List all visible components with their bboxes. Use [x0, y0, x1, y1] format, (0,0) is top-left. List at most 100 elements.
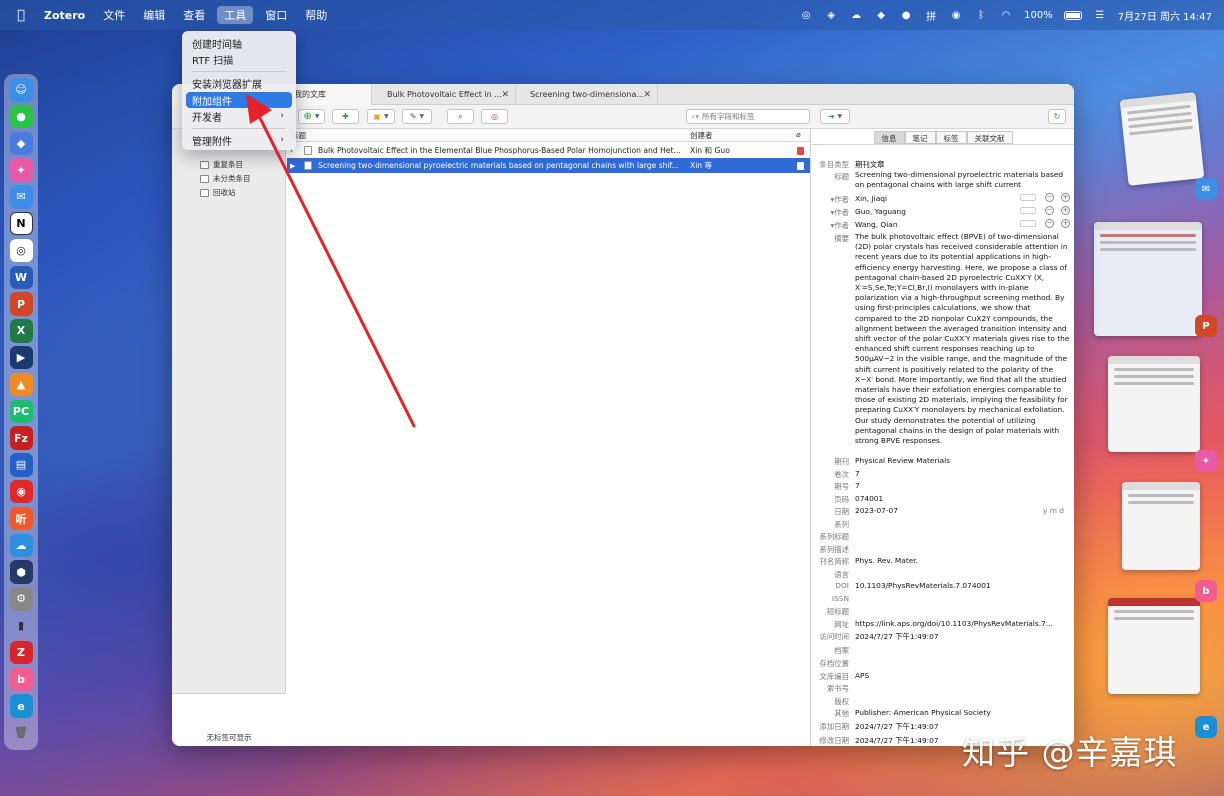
field-value[interactable]: 2024/7/27 下午1:49:07: [855, 631, 1070, 642]
menu-item-create-timeline[interactable]: 创建时间轴: [186, 35, 292, 51]
collection-unfiled[interactable]: 未分类条目: [200, 173, 251, 184]
powerpoint-float-icon[interactable]: P: [1195, 315, 1217, 337]
collection-duplicates[interactable]: 重复条目: [200, 159, 243, 170]
close-icon[interactable]: ✕: [643, 90, 651, 100]
pdf-icon[interactable]: [797, 146, 804, 155]
add-by-identifier-button[interactable]: ✚: [332, 109, 359, 124]
field-value[interactable]: Wang, Qian: [855, 220, 1070, 229]
field-value[interactable]: The bulk photovoltaic effect (BPVE) of t…: [855, 232, 1070, 450]
edge-icon[interactable]: e: [9, 694, 33, 718]
field-value[interactable]: Guo, Yaguang: [855, 207, 1070, 216]
menu-window[interactable]: 窗口: [265, 7, 287, 23]
field-value[interactable]: Screening two-dimensional pyroelectric m…: [855, 170, 1070, 190]
bluetooth-icon[interactable]: ᛒ: [974, 8, 988, 22]
expand-icon[interactable]: ▶: [290, 162, 295, 170]
chatgpt-icon[interactable]: ◎: [799, 8, 813, 22]
wechat-dock-icon[interactable]: ●: [9, 104, 33, 129]
menu-view[interactable]: 查看: [183, 7, 205, 23]
filezilla-icon[interactable]: Fz: [9, 426, 33, 450]
field-value[interactable]: 074001: [855, 494, 1070, 503]
menu-item-rtf-scan[interactable]: RTF 扫描: [186, 51, 292, 67]
table-row[interactable]: › Bulk Photovoltaic Effect in the Elemen…: [287, 143, 810, 158]
field-value[interactable]: 7: [855, 469, 1070, 478]
system-preferences-icon[interactable]: ⚙: [9, 587, 33, 611]
menu-tools[interactable]: 工具: [217, 6, 254, 24]
plus-icon[interactable]: +: [1061, 219, 1070, 228]
cloud-icon[interactable]: ☁: [849, 8, 863, 22]
terminal-app-icon[interactable]: ▶: [9, 345, 33, 370]
window-thumbnail[interactable]: [1108, 356, 1200, 452]
tab-info[interactable]: 信息: [873, 131, 905, 144]
zotero-dock-icon[interactable]: Z: [9, 640, 33, 665]
chatgpt-plugin-button[interactable]: ◎: [481, 109, 508, 124]
menu-file[interactable]: 文件: [103, 7, 125, 23]
paperclip-icon[interactable]: ⌀: [796, 130, 801, 139]
menu-help[interactable]: 帮助: [305, 7, 327, 23]
powerpoint-icon[interactable]: P: [9, 292, 33, 316]
wechat-icon[interactable]: ●: [899, 8, 913, 22]
window-thumbnail[interactable]: [1119, 92, 1205, 186]
trash-icon[interactable]: 🗑: [10, 721, 33, 745]
notion-icon[interactable]: N: [9, 211, 33, 236]
field-value[interactable]: Publisher: American Physical Society: [855, 708, 1070, 717]
listen-app-icon[interactable]: 听: [9, 506, 33, 531]
bilibili-float-icon[interactable]: b: [1195, 580, 1217, 602]
new-item-button[interactable]: ⊕ ▼: [298, 109, 325, 124]
new-note-button[interactable]: ▣ ▼: [367, 109, 395, 124]
edge-float-icon[interactable]: e: [1195, 716, 1217, 738]
pdf-icon[interactable]: [797, 161, 804, 170]
pycharm-icon[interactable]: PC: [9, 399, 33, 424]
chatgpt-dock-icon[interactable]: ◎: [9, 238, 33, 263]
cube-icon[interactable]: ◈: [824, 8, 838, 22]
usb-drive-icon[interactable]: ▮: [10, 614, 33, 638]
matlab-icon[interactable]: ▲: [9, 372, 33, 397]
field-value[interactable]: 2023-07-07: [855, 506, 1025, 515]
menu-edit[interactable]: 编辑: [143, 7, 165, 23]
excel-icon[interactable]: X: [9, 319, 33, 343]
sync-button[interactable]: ↻: [1048, 109, 1066, 124]
tab-notes[interactable]: 笔记: [904, 131, 936, 144]
attachment-button[interactable]: ✎ ▼: [402, 109, 432, 124]
app-menu[interactable]: Zotero: [44, 9, 85, 22]
field-value[interactable]: Physical Review Materials: [855, 456, 1070, 465]
minus-icon[interactable]: −: [1045, 206, 1054, 215]
field-value[interactable]: APS: [855, 671, 1070, 680]
word-icon[interactable]: W: [9, 265, 33, 290]
hex-app-icon[interactable]: ⬢: [9, 560, 33, 584]
field-value[interactable]: 7: [855, 481, 1070, 490]
search-input[interactable]: [701, 112, 797, 121]
bilibili-icon[interactable]: b: [9, 667, 33, 692]
menu-item-developer[interactable]: 开发者 ›: [186, 108, 292, 124]
minus-icon[interactable]: −: [1045, 219, 1054, 228]
menu-item-addons[interactable]: 附加组件: [186, 92, 292, 108]
mail-float-icon[interactable]: ✉: [1195, 178, 1217, 200]
close-icon[interactable]: ✕: [501, 90, 509, 100]
window-thumbnail[interactable]: [1094, 222, 1202, 336]
column-creator[interactable]: 创建者: [690, 130, 713, 141]
name-mode-toggle[interactable]: [1020, 207, 1036, 214]
name-mode-toggle[interactable]: [1020, 194, 1036, 201]
input-method-icon[interactable]: 拼: [924, 8, 938, 23]
field-value[interactable]: 10.1103/PhysRevMaterials.7.074001: [855, 581, 1070, 590]
name-mode-toggle[interactable]: [1020, 220, 1036, 227]
wifi-icon[interactable]: ◠: [999, 8, 1013, 22]
apple-icon[interactable]: : [14, 8, 28, 23]
menu-item-manage-attachments[interactable]: 管理附件 ›: [186, 132, 292, 148]
tab-screening[interactable]: Screening two-dimensiona... ✕: [516, 84, 658, 105]
search-box[interactable]: ⌕▾: [686, 109, 810, 124]
plus-icon[interactable]: +: [1061, 193, 1070, 202]
creative-float-icon[interactable]: ✦: [1195, 450, 1217, 472]
netease-music-icon[interactable]: ◉: [9, 479, 33, 504]
creative-app-icon[interactable]: ✦: [9, 158, 33, 182]
minus-icon[interactable]: −: [1045, 193, 1054, 202]
books-icon[interactable]: ▤: [9, 453, 33, 477]
control-center-icon[interactable]: ☰: [1093, 8, 1107, 22]
battery-icon[interactable]: [1063, 10, 1082, 20]
field-value[interactable]: Xin, Jiaqi: [855, 194, 1070, 203]
tab-tags[interactable]: 标签: [935, 131, 967, 144]
collection-trash[interactable]: 回收站: [200, 187, 236, 198]
sync-arrow-button[interactable]: ➜ ▼: [820, 109, 850, 124]
locate-button[interactable]: ⌕: [447, 109, 474, 124]
plus-icon[interactable]: +: [1061, 206, 1070, 215]
mail-icon[interactable]: ✉: [9, 185, 33, 209]
